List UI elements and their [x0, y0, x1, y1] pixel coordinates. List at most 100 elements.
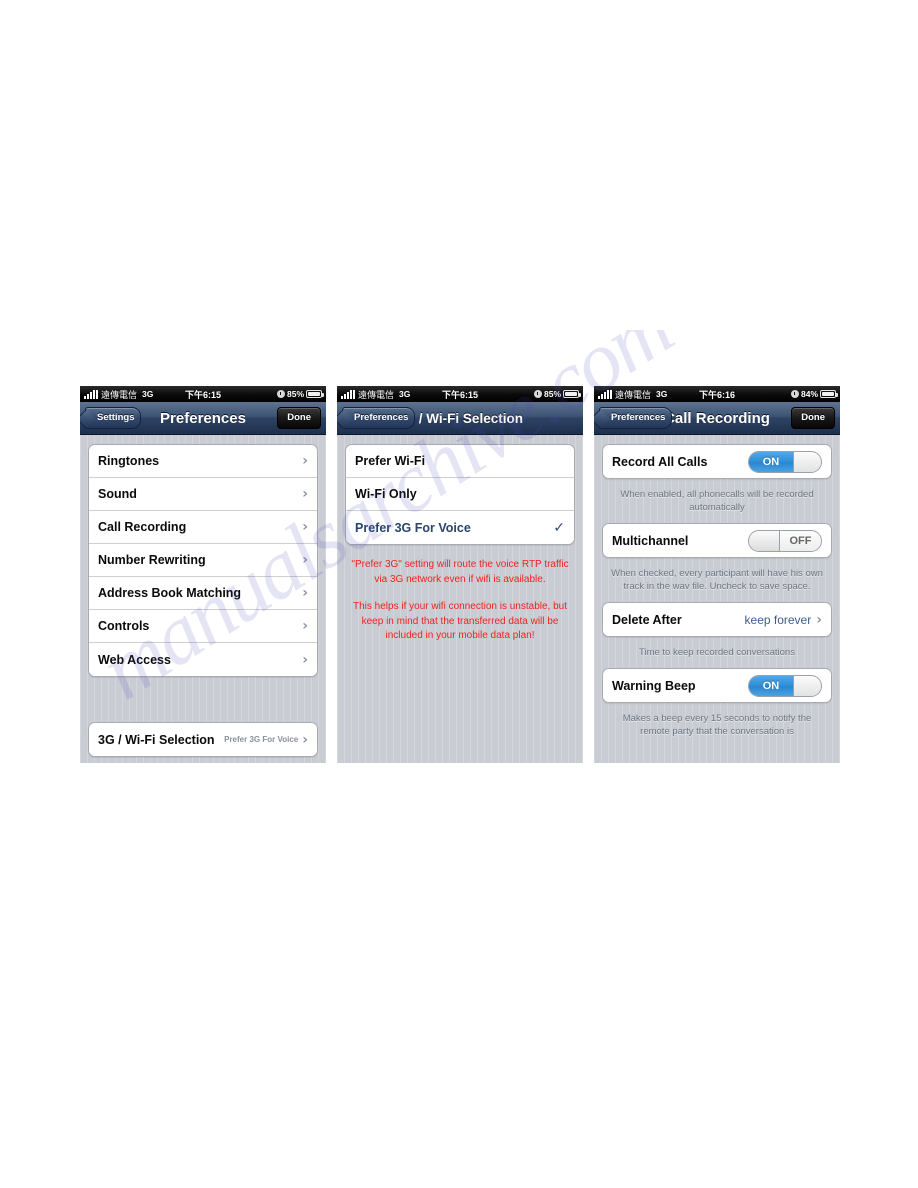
navigation-bar: Preferences Call Recording Done	[594, 402, 840, 435]
status-bar-right: 84%	[790, 389, 838, 399]
clock-icon	[790, 390, 799, 398]
list-item-label: 3G / Wi-Fi Selection	[98, 732, 215, 747]
option-label: Prefer 3G For Voice	[355, 520, 471, 535]
list-item-label: Address Book Matching	[98, 586, 242, 600]
delete-after-group: Delete After keep forever ›	[602, 602, 832, 637]
list-item-detail: Prefer 3G For Voice	[224, 735, 299, 744]
status-bar: 遠傳電信 3G 下午6:15 85%	[80, 386, 326, 402]
chevron-right-icon: ›	[302, 651, 308, 668]
toggle-state-label: OFF	[780, 530, 821, 551]
signal-bars-icon	[598, 389, 612, 399]
list-item-ringtones[interactable]: Ringtones ›	[89, 445, 317, 478]
chevron-right-icon: ›	[302, 519, 308, 535]
settings-content: Prefer Wi-Fi Wi-Fi Only Prefer 3G For Vo…	[337, 435, 583, 763]
list-item-label: Number Rewriting	[98, 553, 206, 567]
selection-options-group: Prefer Wi-Fi Wi-Fi Only Prefer 3G For Vo…	[345, 444, 575, 545]
status-bar: 遠傳電信 3G 下午6:15 85%	[337, 386, 583, 402]
checkmark-icon: ✓	[553, 519, 565, 536]
chevron-right-icon: ›	[302, 486, 308, 502]
battery-icon	[306, 390, 324, 398]
status-bar: 遠傳電信 3G 下午6:16 84%	[594, 386, 840, 402]
battery-icon	[820, 390, 838, 398]
setting-row-multichannel: Multichannel OFF	[603, 524, 831, 557]
list-item-call-recording[interactable]: Call Recording ›	[89, 511, 317, 544]
option-wifi-only[interactable]: Wi-Fi Only	[346, 478, 574, 511]
option-label: Wi-Fi Only	[355, 487, 417, 501]
carrier-label: 遠傳電信	[101, 389, 138, 400]
list-item-controls[interactable]: Controls ›	[89, 610, 317, 643]
network-type-label: 3G	[656, 389, 668, 399]
setting-row-warning-beep: Warning Beep ON	[603, 669, 831, 702]
toggle-warning-beep[interactable]: ON	[748, 674, 822, 697]
chevron-right-icon: ›	[302, 618, 308, 634]
iphone-screenshot-preferences: 遠傳電信 3G 下午6:15 85% Settings Preferences …	[80, 386, 326, 763]
list-item-address-book-matching[interactable]: Address Book Matching ›	[89, 577, 317, 610]
battery-percent-label: 85%	[286, 389, 304, 399]
selection-notice: "Prefer 3G" setting will route the voice…	[345, 554, 575, 644]
footnote-record-all-calls: When enabled, all phonecalls will be rec…	[620, 489, 814, 513]
done-button[interactable]: Done	[791, 407, 835, 429]
toggle-knob	[793, 451, 821, 472]
chevron-right-icon: ›	[302, 453, 308, 469]
notice-paragraph-2: This helps if your wifi connection is un…	[353, 601, 567, 641]
done-button[interactable]: Done	[277, 407, 321, 429]
chevron-right-icon: ›	[302, 585, 308, 601]
navigation-bar: Preferences 3G / Wi-Fi Selection	[337, 402, 583, 435]
clock-icon	[276, 390, 285, 398]
warning-beep-group: Warning Beep ON	[602, 668, 832, 703]
toggle-multichannel[interactable]: OFF	[748, 529, 822, 552]
settings-content: Record All Calls ON When enabled, all ph…	[594, 435, 840, 763]
setting-label: Warning Beep	[612, 678, 696, 693]
carrier-label: 遠傳電信	[358, 389, 395, 400]
option-label: Prefer Wi-Fi	[355, 454, 426, 468]
setting-row-record-all-calls: Record All Calls ON	[603, 445, 831, 478]
list-item-label: Controls	[98, 619, 150, 633]
notice-paragraph-1: "Prefer 3G" setting will route the voice…	[351, 559, 569, 585]
back-button-label: Preferences	[611, 412, 666, 423]
footnote-multichannel: When checked, every participant will hav…	[611, 568, 823, 592]
list-item-sound[interactable]: Sound ›	[89, 478, 317, 511]
list-item-number-rewriting[interactable]: Number Rewriting ›	[89, 544, 317, 577]
network-selection-group: 3G / Wi-Fi Selection Prefer 3G For Voice…	[88, 722, 318, 757]
network-type-label: 3G	[142, 389, 154, 399]
back-button-label: Preferences	[354, 412, 409, 423]
settings-content: Ringtones › Sound › Call Recording › Num…	[80, 435, 326, 763]
footnote-delete-after: Time to keep recorded conversations	[639, 647, 795, 658]
signal-bars-icon	[84, 389, 98, 399]
list-item-label: Call Recording	[98, 520, 187, 534]
list-item-label: Web Access	[98, 652, 171, 667]
chevron-right-icon: ›	[302, 552, 308, 568]
signal-bars-icon	[341, 389, 355, 399]
toggle-state-label: ON	[749, 451, 793, 472]
list-item-web-access[interactable]: Web Access ›	[89, 643, 317, 676]
toggle-state-label: ON	[749, 675, 793, 696]
multichannel-group: Multichannel OFF	[602, 523, 832, 558]
setting-label: Delete After	[612, 612, 682, 627]
list-item-label: Sound	[98, 487, 137, 501]
back-button-preferences[interactable]: Preferences	[342, 407, 416, 429]
setting-row-delete-after[interactable]: Delete After keep forever ›	[603, 603, 831, 636]
back-button-label: Settings	[97, 412, 135, 423]
back-button-preferences[interactable]: Preferences	[599, 407, 673, 429]
back-button-settings[interactable]: Settings	[85, 407, 142, 429]
iphone-screenshot-3g-wifi-selection: 遠傳電信 3G 下午6:15 85% Preferences 3G / Wi-F…	[337, 386, 583, 763]
setting-label: Record All Calls	[612, 454, 708, 469]
status-bar-right: 85%	[533, 389, 581, 399]
battery-icon	[563, 390, 581, 398]
toggle-record-all-calls[interactable]: ON	[748, 450, 822, 473]
chevron-right-icon: ›	[302, 731, 308, 748]
setting-label: Multichannel	[612, 533, 689, 548]
network-type-label: 3G	[399, 389, 411, 399]
iphone-screenshot-call-recording: 遠傳電信 3G 下午6:16 84% Preferences Call Reco…	[594, 386, 840, 763]
option-prefer-wifi[interactable]: Prefer Wi-Fi	[346, 445, 574, 478]
clock-icon	[533, 390, 542, 398]
battery-percent-label: 84%	[800, 389, 818, 399]
list-item-3g-wifi-selection[interactable]: 3G / Wi-Fi Selection Prefer 3G For Voice…	[89, 723, 317, 756]
setting-value: keep forever	[744, 612, 812, 627]
carrier-label: 遠傳電信	[615, 389, 652, 400]
chevron-right-icon: ›	[816, 611, 822, 628]
navigation-bar: Settings Preferences Done	[80, 402, 326, 435]
list-item-label: Ringtones	[98, 454, 160, 468]
option-prefer-3g-for-voice[interactable]: Prefer 3G For Voice ✓	[346, 511, 574, 544]
